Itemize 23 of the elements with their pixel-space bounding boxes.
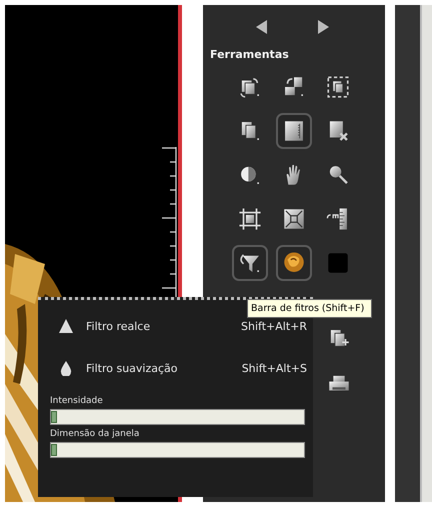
shortcut-label: Shift+Alt+S — [242, 362, 307, 374]
slider-thumb[interactable] — [51, 411, 57, 423]
slider-track[interactable] — [50, 409, 305, 425]
dashed-square-icon — [325, 74, 351, 100]
tool-button[interactable] — [232, 245, 268, 281]
triangle-icon — [58, 318, 74, 334]
slider-track[interactable] — [50, 442, 305, 458]
menu-label: Filtro suavização — [86, 362, 179, 374]
menu-item[interactable]: Filtro suavização Shift+Alt+S — [50, 360, 307, 376]
panel-title: Ferramentas — [210, 48, 290, 61]
slider-thumb[interactable] — [51, 444, 57, 456]
crop-icon — [237, 206, 263, 232]
previous-button[interactable] — [256, 20, 270, 36]
tool-button[interactable] — [276, 113, 312, 149]
shortcut-label: Shift+Alt+R — [241, 320, 307, 332]
slider-label: Dimensão da janela — [50, 429, 140, 439]
menu-label: Filtro realce — [86, 320, 152, 332]
tool-button[interactable] — [276, 245, 312, 281]
drop-icon — [58, 360, 74, 376]
menu-item[interactable]: Filtro realce Shift+Alt+R — [50, 318, 307, 334]
tooltip: Barra de fitros (Shift+F) — [247, 299, 372, 318]
next-button[interactable] — [317, 20, 331, 36]
slider-label: Intensidade — [50, 396, 104, 406]
